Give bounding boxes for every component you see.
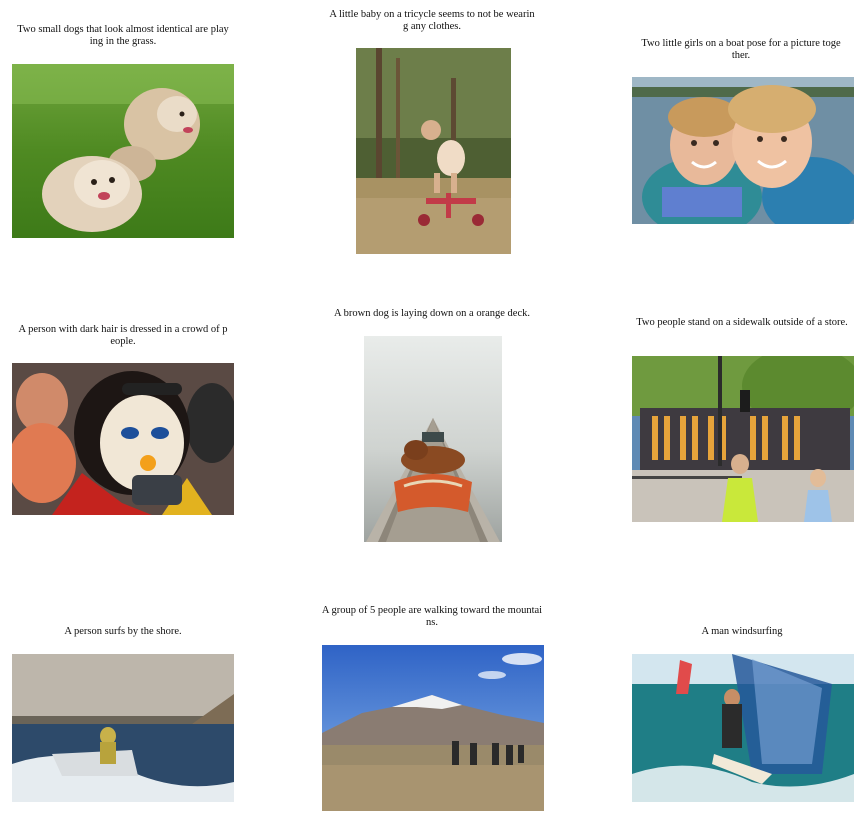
panel-9-caption: A man windsurfing — [701, 626, 783, 637]
panel-4-caption: A person with dark hair is dressed in a … — [18, 324, 228, 347]
panel-7-caption: A person surfs by the shore. — [64, 626, 182, 637]
panel-1-image — [12, 64, 234, 238]
panel-7-image — [12, 654, 234, 802]
panel-2-caption: A little baby on a tricycle seems to not… — [329, 9, 535, 32]
panel-9-image — [632, 654, 854, 802]
panel-6-caption: Two people stand on a sidewalk outside o… — [636, 317, 848, 328]
caption-image-grid: Two small dogs that look almost identica… — [0, 0, 865, 821]
panel-6-image — [632, 356, 854, 522]
panel-5-image — [364, 336, 502, 542]
panel-1-caption: Two small dogs that look almost identica… — [17, 24, 229, 47]
panel-8-image — [322, 645, 544, 811]
panel-5-caption: A brown dog is laying down on a orange d… — [334, 308, 530, 319]
panel-8-caption: A group of 5 people are walking toward t… — [321, 605, 543, 628]
panel-2-image — [356, 48, 511, 254]
panel-3-image — [632, 77, 854, 224]
panel-4-image — [12, 363, 234, 515]
panel-3-caption: Two little girls on a boat pose for a pi… — [641, 38, 841, 61]
